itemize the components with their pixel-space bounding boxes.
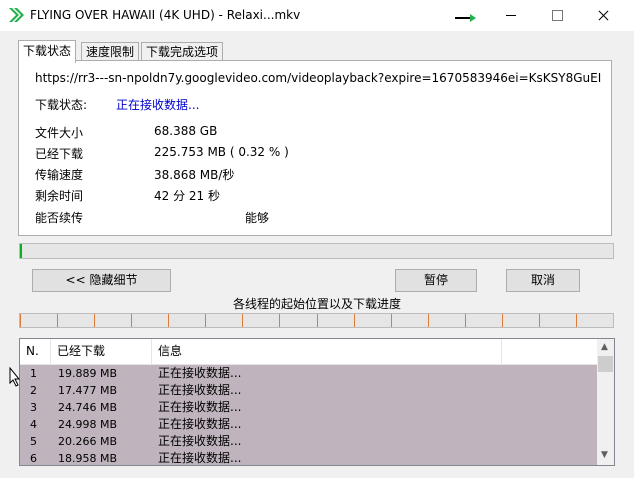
column-header-info[interactable]: 信息 [152, 339, 502, 364]
arrow-right-icon [455, 14, 476, 22]
thread-start-marker [20, 314, 21, 327]
table-row[interactable]: 1 19.889 MB 正在接收数据... [20, 365, 597, 382]
thread-start-marker [428, 314, 429, 327]
transfer-rate-label: 传输速度 [35, 168, 84, 182]
thread-start-marker [502, 314, 503, 327]
thread-start-marker [539, 314, 540, 327]
mouse-cursor-icon [9, 367, 21, 387]
thread-start-marker [465, 314, 466, 327]
download-progress-bar [19, 243, 614, 259]
row-info: 正在接收数据... [158, 383, 242, 397]
hide-details-button[interactable]: << 隐藏细节 [32, 269, 171, 292]
thread-start-marker [205, 314, 206, 327]
thread-start-marker [317, 314, 318, 327]
vertical-scrollbar[interactable]: ▲ ▼ [597, 339, 614, 465]
table-row[interactable]: 4 24.998 MB 正在接收数据... [20, 416, 597, 433]
tab-download-status[interactable]: 下载状态 [18, 40, 77, 63]
row-number: 1 [30, 367, 37, 380]
file-size-value: 68.388 GB [154, 124, 218, 138]
time-left-value: 42 分 21 秒 [154, 189, 220, 203]
thread-list[interactable]: N. 已经下载 信息 1 19.889 MB 正在接收数据... 2 17.477 MB… [19, 338, 615, 466]
close-button[interactable] [580, 0, 626, 31]
transfer-rate-value: 38.868 MB/秒 [154, 168, 235, 182]
row-downloaded: 18.958 MB [58, 452, 118, 465]
scrollbar-thumb[interactable] [598, 356, 613, 372]
thread-start-marker [57, 314, 58, 327]
time-left-label: 剩余时间 [35, 189, 84, 203]
download-status-panel: https://rr3---sn-npoldn7y.googlevideo.co… [18, 60, 612, 236]
column-header-downloaded[interactable]: 已经下载 [51, 339, 152, 364]
tab-completion-options[interactable]: 下载完成选项 [141, 42, 224, 61]
row-info: 正在接收数据... [158, 400, 242, 414]
row-downloaded: 24.998 MB [58, 418, 118, 431]
tab-speed-limit[interactable]: 速度限制 [81, 42, 140, 61]
thread-list-header: N. 已经下载 信息 [20, 339, 597, 365]
thread-progress-bar [19, 313, 614, 328]
thread-start-marker [94, 314, 95, 327]
row-downloaded: 24.746 MB [58, 401, 118, 414]
window-title: FLYING OVER HAWAII (4K UHD) - Relaxi...m… [30, 8, 301, 22]
cancel-button[interactable]: 取消 [506, 269, 580, 292]
table-row[interactable]: 5 20.266 MB 正在接收数据... [20, 433, 597, 450]
thread-start-marker [576, 314, 577, 327]
thread-start-marker [391, 314, 392, 327]
thread-start-marker [168, 314, 169, 327]
column-header-number[interactable]: N. [20, 339, 51, 364]
table-row[interactable]: 2 17.477 MB 正在接收数据... [20, 382, 597, 399]
file-size-label: 文件大小 [35, 126, 84, 140]
resume-capability-value: 能够 [245, 211, 270, 225]
row-downloaded: 19.889 MB [58, 367, 118, 380]
row-info: 正在接收数据... [158, 434, 242, 448]
threads-caption: 各线程的起始位置以及下载进度 [232, 297, 401, 311]
download-progress-fill [20, 244, 22, 258]
row-info: 正在接收数据... [158, 366, 242, 380]
table-row[interactable]: 3 24.746 MB 正在接收数据... [20, 399, 597, 416]
download-url: https://rr3---sn-npoldn7y.googlevideo.co… [35, 71, 601, 85]
title-bar: FLYING OVER HAWAII (4K UHD) - Relaxi...m… [0, 0, 634, 31]
downloaded-value: 225.753 MB ( 0.32 % ) [154, 145, 289, 159]
scroll-down-icon[interactable]: ▼ [601, 450, 608, 460]
maximize-button[interactable] [534, 0, 580, 31]
row-number: 6 [30, 452, 37, 465]
row-downloaded: 17.477 MB [58, 384, 118, 397]
thread-start-marker [131, 314, 132, 327]
thread-start-marker [242, 314, 243, 327]
pause-button[interactable]: 暂停 [395, 269, 477, 292]
minimize-button[interactable] [488, 0, 534, 31]
row-info: 正在接收数据... [158, 417, 242, 431]
status-value: 正在接收数据... [116, 98, 200, 112]
idm-app-icon [9, 8, 24, 22]
resume-capability-label: 能否续传 [35, 211, 84, 225]
row-downloaded: 20.266 MB [58, 435, 118, 448]
thread-start-marker [354, 314, 355, 327]
downloaded-label: 已经下载 [35, 147, 84, 161]
table-row[interactable]: 6 18.958 MB 正在接收数据... [20, 450, 597, 465]
row-number: 2 [30, 384, 37, 397]
status-label: 下载状态: [35, 98, 88, 112]
row-info: 正在接收数据... [158, 451, 242, 465]
scroll-up-icon[interactable]: ▲ [601, 342, 608, 352]
row-number: 5 [30, 435, 37, 448]
row-number: 3 [30, 401, 37, 414]
thread-start-marker [279, 314, 280, 327]
row-number: 4 [30, 418, 37, 431]
